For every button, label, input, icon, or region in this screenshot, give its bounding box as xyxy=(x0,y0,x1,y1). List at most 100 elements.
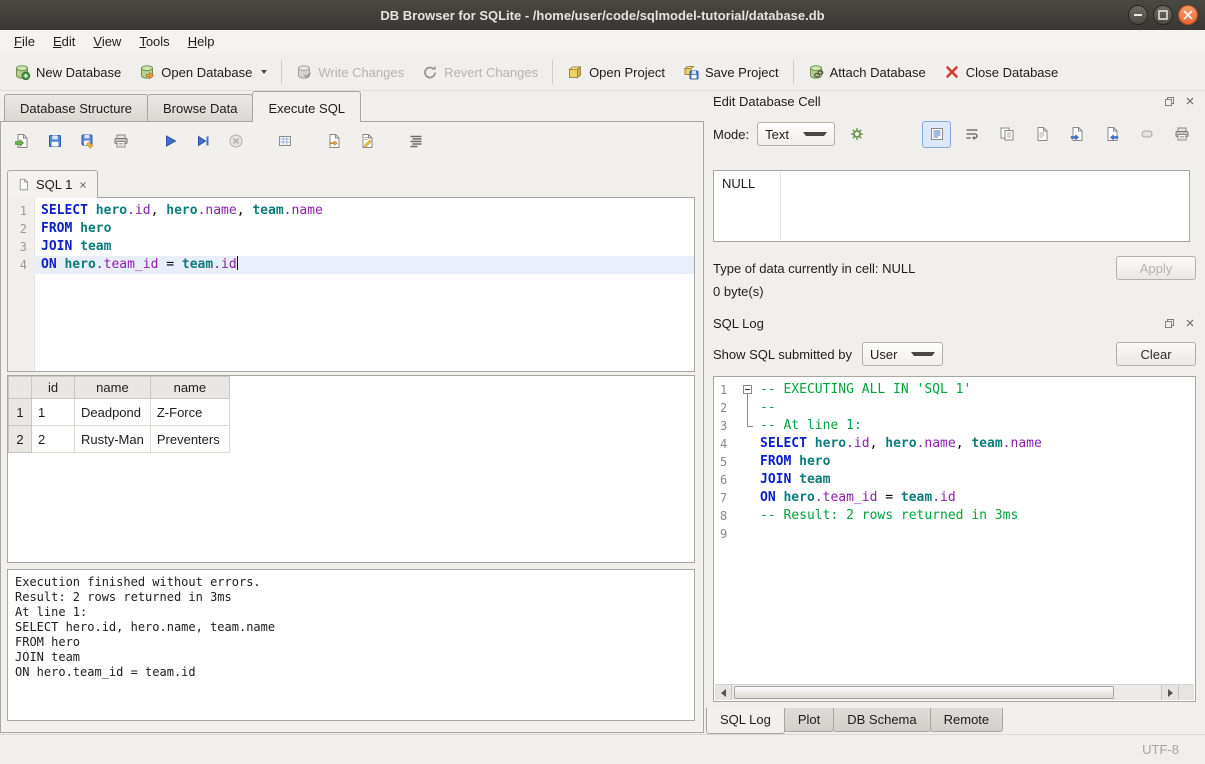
table-cell[interactable]: Deadpond xyxy=(75,399,151,426)
menu-edit[interactable]: Edit xyxy=(44,30,84,54)
fold-gutter xyxy=(740,453,756,471)
horizontal-scrollbar[interactable] xyxy=(715,684,1194,700)
table-cell[interactable]: Rusty-Man xyxy=(75,426,151,453)
dock-tab-remote[interactable]: Remote xyxy=(930,708,1004,732)
open-sql-file-button[interactable] xyxy=(7,128,36,155)
apply-button[interactable]: Apply xyxy=(1116,256,1196,280)
save-sql-file-button[interactable] xyxy=(40,128,69,155)
close-database-button[interactable]: Close Database xyxy=(935,59,1068,85)
sql-doc-tab-label: SQL 1 xyxy=(36,177,72,192)
fold-gutter xyxy=(740,399,756,417)
copy-page-button[interactable] xyxy=(992,121,1021,148)
auto-mode-button[interactable] xyxy=(843,121,872,148)
line-number: 6 xyxy=(714,471,740,489)
cell-type-info: Type of data currently in cell: NULL xyxy=(713,261,1116,276)
dock-tab-sql-log[interactable]: SQL Log xyxy=(706,708,785,734)
line-number: 2 xyxy=(8,220,34,238)
scrollbar-track[interactable] xyxy=(1114,685,1161,700)
table-cell[interactable]: Z-Force xyxy=(150,399,229,426)
table-cell[interactable]: 2 xyxy=(32,426,75,453)
page-edit-button[interactable] xyxy=(352,128,381,155)
mode-select[interactable]: Text xyxy=(757,122,835,146)
results-grid: idnamename 11DeadpondZ-Force22Rusty-ManP… xyxy=(7,375,695,563)
open-database-button[interactable]: Open Database xyxy=(130,59,276,85)
format-lines-button[interactable] xyxy=(401,128,430,155)
column-header-id-0[interactable]: id xyxy=(32,377,75,399)
row-header[interactable]: 1 xyxy=(9,399,32,426)
sql-log-header: SQL Log xyxy=(706,312,1205,334)
attach-database-icon xyxy=(808,64,824,80)
tab-database-structure[interactable]: Database Structure xyxy=(4,94,148,121)
save-sql-as-button[interactable] xyxy=(73,128,102,155)
execute-current-line-button[interactable] xyxy=(188,128,217,155)
save-project-button[interactable]: Save Project xyxy=(674,59,788,85)
page-import-button[interactable] xyxy=(319,128,348,155)
table-cell[interactable]: Preventers xyxy=(150,426,229,453)
sql-log-view: 1-- EXECUTING ALL IN 'SQL 1'2--3-- At li… xyxy=(713,376,1196,702)
minimize-button[interactable] xyxy=(1128,5,1148,25)
execution-log-text: Execution finished without errors. Resul… xyxy=(15,575,687,680)
sql-toolbar xyxy=(7,127,430,155)
close-panel-icon[interactable] xyxy=(1182,93,1198,109)
row-header[interactable]: 2 xyxy=(9,426,32,453)
dock-tab-db-schema[interactable]: DB Schema xyxy=(833,708,930,732)
scrollbar-thumb[interactable] xyxy=(734,686,1114,699)
open-project-button[interactable]: Open Project xyxy=(558,59,674,85)
scroll-left-button[interactable] xyxy=(715,685,732,700)
open-project-icon xyxy=(567,64,583,80)
execute-all-button[interactable] xyxy=(155,128,184,155)
fold-gutter[interactable] xyxy=(740,381,756,399)
export-arrow-button[interactable] xyxy=(1097,121,1126,148)
export-table-button[interactable] xyxy=(270,128,299,155)
sql-editor-code: 1SELECT hero.id, hero.name, team.name2FR… xyxy=(8,198,694,274)
attach-database-button[interactable]: Attach Database xyxy=(799,59,935,85)
import-arrow-button[interactable] xyxy=(1062,121,1091,148)
column-header-name-2[interactable]: name xyxy=(150,377,229,399)
menu-view[interactable]: View xyxy=(84,30,130,54)
grid-corner[interactable] xyxy=(9,377,32,399)
window-controls xyxy=(1128,5,1198,25)
mode-select-value: Text xyxy=(765,127,803,142)
float-panel-icon[interactable] xyxy=(1161,93,1177,109)
table-cell[interactable]: 1 xyxy=(32,399,75,426)
sql-doc-tab[interactable]: SQL 1 xyxy=(7,170,98,198)
submitted-by-value: User xyxy=(870,347,911,362)
page-plain-button[interactable] xyxy=(1027,121,1056,148)
float-panel-icon[interactable] xyxy=(1161,315,1177,331)
tab-execute-sql[interactable]: Execute SQL xyxy=(252,91,361,122)
fold-gutter xyxy=(740,525,756,543)
sql-editor[interactable]: 1SELECT hero.id, hero.name, team.name2FR… xyxy=(7,197,695,372)
word-wrap-button[interactable] xyxy=(957,121,986,148)
print-button[interactable] xyxy=(1167,121,1196,148)
column-header-name-1[interactable]: name xyxy=(75,377,151,399)
maximize-button[interactable] xyxy=(1153,5,1173,25)
write-changes-button[interactable]: Write Changes xyxy=(287,59,413,85)
set-null-button[interactable] xyxy=(1132,121,1161,148)
new-database-button[interactable]: New Database xyxy=(5,59,130,85)
menu-tools[interactable]: Tools xyxy=(130,30,178,54)
dock-tab-plot[interactable]: Plot xyxy=(784,708,834,732)
scroll-right-button[interactable] xyxy=(1161,685,1178,700)
print-button[interactable] xyxy=(106,128,135,155)
stop-execution-button[interactable] xyxy=(221,128,250,155)
table-row: 22Rusty-ManPreventers xyxy=(9,426,230,453)
menu-help[interactable]: Help xyxy=(179,30,224,54)
line-number: 4 xyxy=(714,435,740,453)
menu-file[interactable]: File xyxy=(5,30,44,54)
log-line: 8-- Result: 2 rows returned in 3ms xyxy=(714,507,1195,525)
close-button[interactable] xyxy=(1178,5,1198,25)
revert-changes-button[interactable]: Revert Changes xyxy=(413,59,547,85)
sql-log-lines: 1-- EXECUTING ALL IN 'SQL 1'2--3-- At li… xyxy=(714,377,1195,543)
tab-browse-data[interactable]: Browse Data xyxy=(147,94,253,121)
text-page-button[interactable] xyxy=(922,121,951,148)
submitted-by-select[interactable]: User xyxy=(862,342,943,366)
close-panel-icon[interactable] xyxy=(1182,315,1198,331)
main-toolbar: New DatabaseOpen Database Write ChangesRe… xyxy=(0,54,1205,91)
clear-button[interactable]: Clear xyxy=(1116,342,1196,366)
minimize-icon xyxy=(1130,7,1146,23)
titlebar[interactable]: DB Browser for SQLite - /home/user/code/… xyxy=(0,0,1205,30)
fold-gutter xyxy=(740,417,756,435)
cell-editor[interactable]: NULL xyxy=(713,170,1190,242)
close-icon xyxy=(1180,7,1196,23)
close-tab-icon[interactable] xyxy=(78,180,88,190)
